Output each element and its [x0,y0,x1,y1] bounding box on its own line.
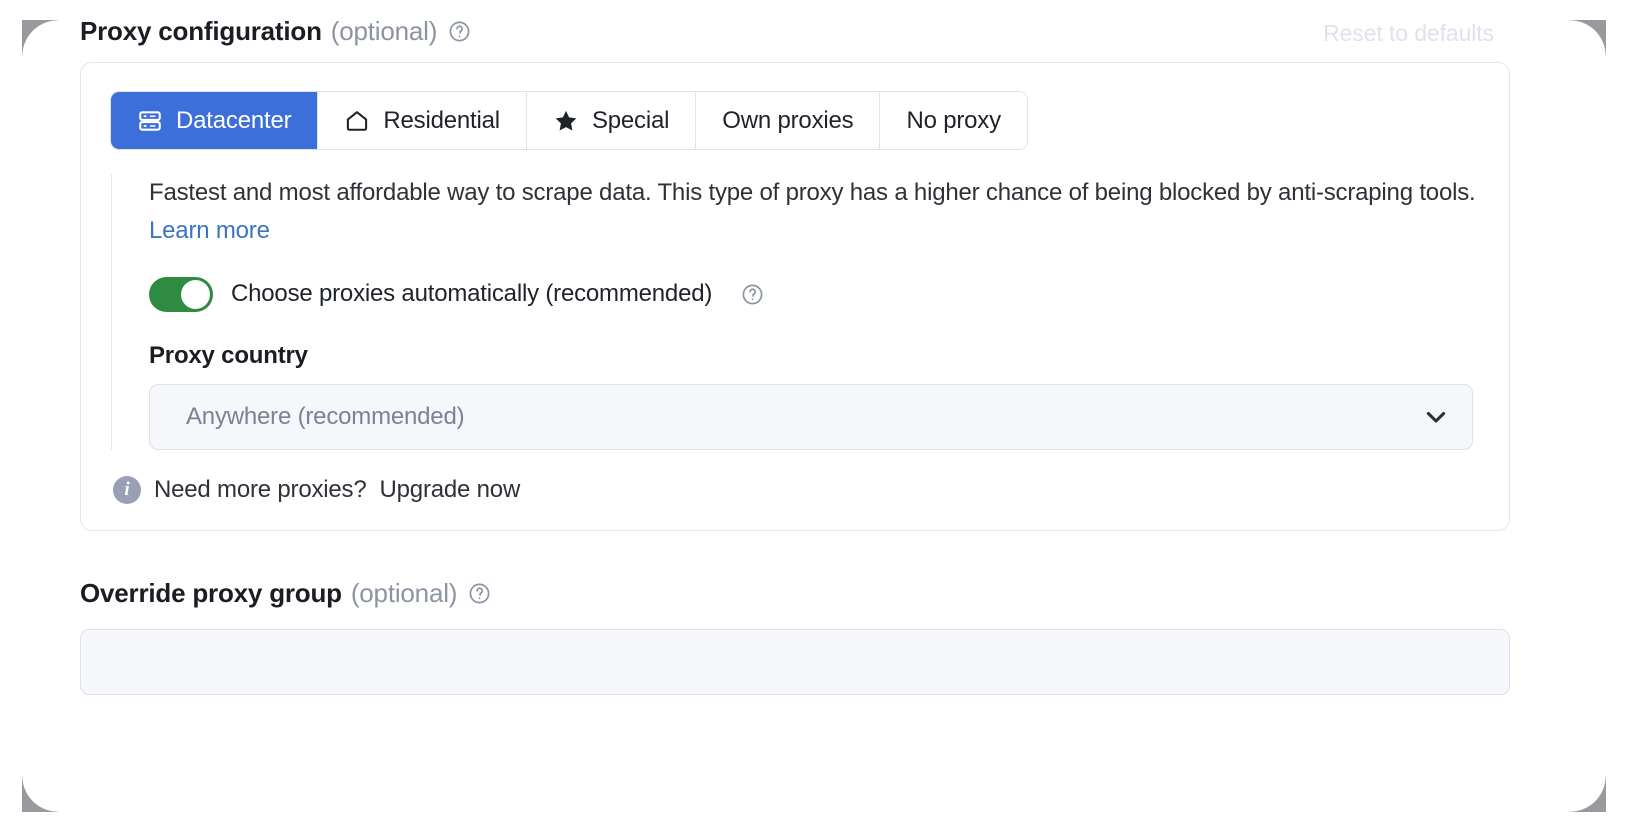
home-icon [344,108,370,134]
learn-more-link[interactable]: Learn more [149,217,270,244]
choose-proxies-automatically-label: Choose proxies automatically (recommende… [231,280,712,308]
auto-proxies-toggle-row: Choose proxies automatically (recommende… [149,277,1485,312]
override-proxy-group-title: Override proxy group [80,578,342,609]
need-more-proxies-text: Need more proxies? [154,476,367,504]
crop-mark-bottom-right [1570,776,1606,812]
panel-description: Fastest and most affordable way to scrap… [149,174,1479,251]
override-proxy-group-header: Override proxy group (optional) [80,573,1510,615]
crop-mark-bottom-left [22,776,58,812]
tab-no-proxy[interactable]: No proxy [880,92,1026,149]
star-icon [553,108,579,134]
screenshot-root: Proxy configuration (optional) Reset to … [0,0,1628,832]
datacenter-panel: Fastest and most affordable way to scrap… [105,174,1485,450]
override-proxy-group-input[interactable] [80,629,1510,695]
tab-datacenter[interactable]: Datacenter [111,92,318,149]
proxy-country-label: Proxy country [149,342,1485,370]
proxy-configuration-page: Proxy configuration (optional) Reset to … [80,0,1510,695]
tab-own-proxies-label: Own proxies [722,107,853,135]
proxy-configuration-card: Datacenter Residential [80,62,1510,531]
chevron-down-icon [1422,403,1450,431]
page-title: Proxy configuration [80,16,322,47]
choose-proxies-automatically-toggle[interactable] [149,277,213,312]
need-more-proxies-note: i Need more proxies? Upgrade now [105,476,1485,504]
toggle-knob [181,280,210,309]
tab-special[interactable]: Special [527,92,696,149]
override-proxy-group-optional: (optional) [351,578,457,609]
crop-mark-top-right [1570,20,1606,56]
proxy-country-select[interactable]: Anywhere (recommended) [149,384,1473,450]
override-proxy-group-block: Override proxy group (optional) [80,573,1510,695]
panel-description-text: Fastest and most affordable way to scrap… [149,179,1476,206]
help-circle-icon[interactable] [468,582,491,605]
crop-mark-top-left [22,20,58,56]
info-icon: i [113,476,141,504]
tab-own-proxies[interactable]: Own proxies [696,92,880,149]
proxy-country-value: Anywhere (recommended) [186,403,1422,431]
upgrade-now-link[interactable]: Upgrade now [380,476,521,504]
proxy-type-tabs: Datacenter Residential [110,91,1028,150]
server-icon [137,108,163,134]
tab-residential[interactable]: Residential [318,92,527,149]
reset-to-defaults-button[interactable]: Reset to defaults [1323,20,1494,47]
help-circle-icon[interactable] [741,283,764,306]
proxy-configuration-header: Proxy configuration (optional) Reset to … [80,0,1510,62]
tab-residential-label: Residential [383,107,500,135]
tab-datacenter-label: Datacenter [176,107,291,135]
page-title-optional: (optional) [331,16,437,47]
tab-special-label: Special [592,107,669,135]
tab-no-proxy-label: No proxy [906,107,1000,135]
help-circle-icon[interactable] [448,20,471,43]
